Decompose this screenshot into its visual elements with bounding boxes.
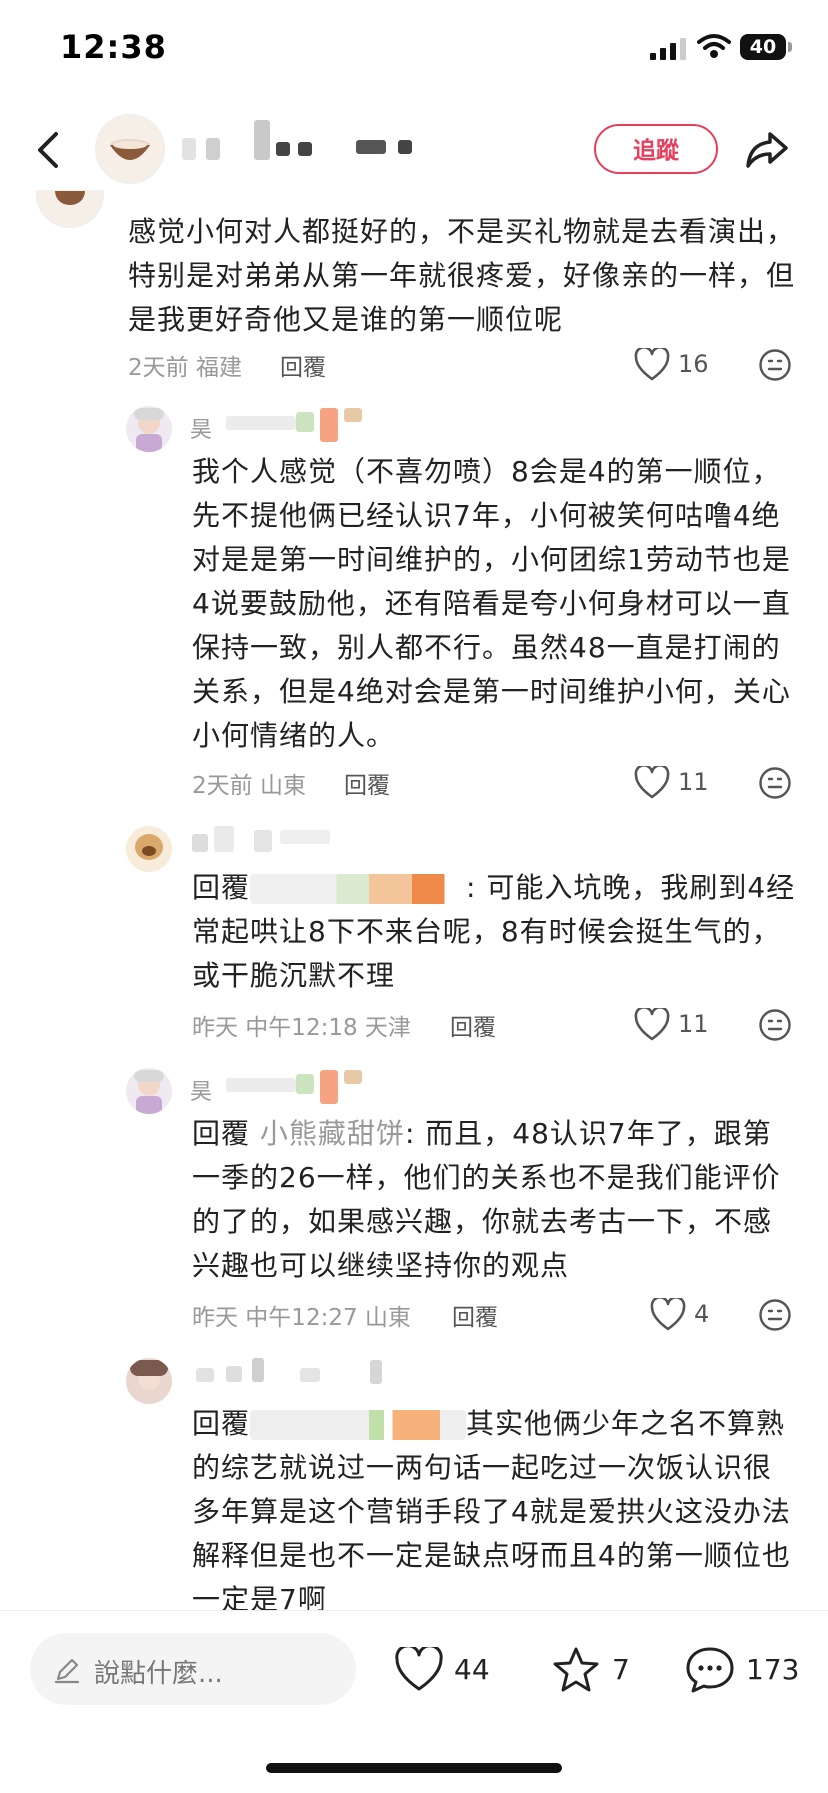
smiley-icon[interactable] [758,766,792,800]
commenter-name[interactable]: 昊 [190,412,212,444]
comment-text: 回覆: 可能入坑晚，我刷到4经常起哄让8下不来台呢，8有时候会挺生气的，或干脆沉… [192,866,798,998]
reply-prefix: 回覆 [192,1407,251,1440]
like-count: 16 [678,350,709,378]
comment-text: 我个人感觉（不喜勿喷）8会是4的第一顺位，先不提他俩已经认识7年，小何被笑何咕噜… [192,455,791,752]
commenter-avatar[interactable] [36,190,104,228]
heart-icon [634,1006,670,1041]
like-button[interactable]: 11 [634,1006,714,1042]
comment-list[interactable]: 感觉小何对人都挺好的，不是买礼物就是去看演出，特别是对弟弟从第一年就很疼爱，好像… [0,190,828,1610]
bottom-action-bar: 說點什麼... 44 7 173 [0,1610,828,1793]
pencil-icon [54,1658,80,1684]
mention-blurred[interactable] [250,874,467,904]
home-indicator[interactable] [266,1763,562,1773]
follow-button[interactable]: 追蹤 [594,124,718,174]
heart-icon [634,764,670,799]
reply-link[interactable]: 回覆 [344,766,390,800]
reply-prefix: 回覆 [192,871,251,904]
signal-icon [650,38,686,60]
share-icon[interactable] [744,128,790,172]
comment-input-placeholder: 說點什麼... [94,1659,223,1689]
like-post-button[interactable]: 44 [394,1633,494,1705]
smiley-icon[interactable] [758,348,792,382]
comment-meta: 昨天 中午12:27 山東 [192,1305,411,1331]
smiley-icon[interactable] [758,1008,792,1042]
reply-link[interactable]: 回覆 [450,1008,496,1042]
reply-link[interactable]: 回覆 [280,348,326,382]
commenter-avatar[interactable] [126,826,172,872]
battery-indicator: 40 [740,34,786,60]
comment-meta: 2天前 山東 [192,773,306,799]
like-button[interactable]: 16 [634,346,714,382]
comment-meta: 昨天 中午12:18 天津 [192,1015,411,1041]
star-icon [553,1647,599,1692]
commenter-name[interactable]: 昊 [190,1074,212,1106]
favorite-button[interactable]: 7 [550,1633,630,1705]
mention-blurred[interactable] [250,1410,467,1440]
post-header: 追蹤 [0,110,828,190]
wifi-icon [697,34,731,58]
post-like-count: 44 [454,1653,490,1686]
post-comment-count: 173 [746,1653,800,1686]
status-bar: 12:38 40 [0,0,828,100]
commenter-avatar[interactable] [126,406,172,452]
comment-text: 回覆 其实他俩少年之名不算熟的综艺就说过一两句话一起吃过一次饭认识很多年算是这个营… [192,1402,798,1610]
reply-prefix: 回覆 [192,1117,251,1150]
post-favorite-count: 7 [612,1653,630,1686]
battery-tip [788,42,792,52]
heart-icon [650,1296,686,1331]
commenter-avatar[interactable] [126,1068,172,1114]
comment-text: 感觉小何对人都挺好的，不是买礼物就是去看演出，特别是对弟弟从第一年就很疼爱，好像… [128,215,796,336]
heart-icon [395,1647,443,1691]
like-button[interactable]: 4 [650,1296,714,1332]
author-avatar[interactable] [95,114,165,184]
comment-meta: 2天前 福建 [128,355,242,381]
heart-icon [634,346,670,381]
comments-button[interactable]: 173 [684,1633,804,1705]
comment-input[interactable]: 說點什麼... [30,1633,356,1705]
like-count: 11 [678,1010,709,1038]
mention-link[interactable]: 小熊藏甜饼 [260,1117,405,1150]
smiley-icon[interactable] [758,1298,792,1332]
chat-bubble-icon [686,1647,734,1693]
bowl-avatar-image [110,139,150,160]
like-count: 11 [678,768,709,796]
commenter-avatar[interactable] [126,1358,172,1404]
reply-link[interactable]: 回覆 [452,1298,498,1332]
like-count: 4 [694,1300,710,1328]
back-arrow-icon[interactable] [30,128,70,172]
like-button[interactable]: 11 [634,764,714,800]
comment-text: 回覆 小熊藏甜饼: 而且，48认识7年了，跟第一季的26一样，他们的关系也不是我… [192,1112,798,1288]
status-time: 12:38 [60,28,167,66]
